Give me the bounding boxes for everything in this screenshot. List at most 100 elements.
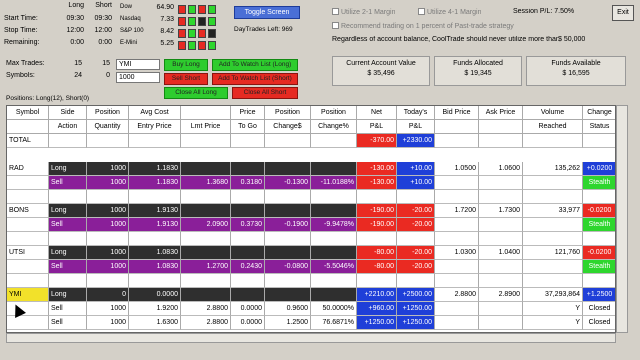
cell-chgp [311,190,357,204]
stop-time-long: 12:00 [66,27,84,34]
table-row[interactable]: RAD Long 1000 1.1830 -130.00 +10.00 1.0500 1.06… [7,162,615,176]
cell-today: -20.00 [397,246,435,260]
cell-chg: 0.9600 [265,302,311,316]
col-long-header: Long [68,2,84,9]
table-row[interactable] [7,190,615,204]
cell-vol: 33,977 [523,204,583,218]
account-value-label: Current Account Value [346,60,416,67]
indicator-square [178,29,186,38]
positions-summary: Positions: Long(12), Short(0) [6,95,90,102]
table-row[interactable] [7,274,615,288]
cell-lmt: 2.8800 [181,302,231,316]
table-row[interactable]: UTSI Long 1000 1.0830 -80.00 -20.00 1.0300 1.04… [7,246,615,260]
index-name: Nasdaq [120,16,141,22]
cell-today: +10.00 [397,176,435,190]
index-value: 64.90 [156,4,174,11]
funds-allocated-box: Funds Allocated $ 19,345 [434,56,522,86]
cell-vol [523,190,583,204]
symbol-input[interactable]: YMI [116,59,160,70]
column-subheader: Change% [311,120,357,134]
cell-ask [479,218,523,232]
vertical-scrollbar[interactable] [616,105,628,333]
column-header: Today's [397,106,435,120]
table-row[interactable]: Sell 1000 1.9200 2.8800 0.0000 0.9600 50.0000%… [7,302,615,316]
table-row[interactable]: Sell 1000 1.9130 2.0900 0.3730 -0.1900 -9.9478… [7,218,615,232]
cell-cost: 1.9130 [129,204,181,218]
cell-side [49,232,87,246]
cell-lmt: 2.0900 [181,218,231,232]
funds-allocated-label: Funds Allocated [453,60,503,67]
cell-lmt [181,190,231,204]
utilize-4x-checkbox[interactable]: Utilize 4-1 Margin [418,8,481,16]
positions-grid: Symbol Side Position Avg Cost Price Position P… [6,105,616,333]
sell-short-button[interactable]: Sell Short [164,73,208,85]
cell-side: Long [49,288,87,302]
cell-cs: Stealth [583,176,615,190]
cell-chg [265,274,311,288]
column-subheader: To Go [231,120,265,134]
cell-togo: 0.0000 [231,302,265,316]
cell-chg [265,162,311,176]
indicator-square [178,41,186,50]
indicator-square [178,5,186,14]
close-all-short-button[interactable]: Close All Short [232,87,298,99]
regardless-value[interactable]: $ 50,000 [558,36,585,43]
remaining-short: 0:00 [98,39,112,46]
utilize-2x-checkbox[interactable]: Utilize 2-1 Margin [332,8,395,16]
cell-bid [435,218,479,232]
column-subheader: Change$ [265,120,311,134]
cell-cs: +1.2500 [583,288,615,302]
cell-cs: Stealth [583,260,615,274]
cell-sym [7,274,49,288]
utilize-2x-label: Utilize 2-1 Margin [341,9,396,16]
add-watch-short-button[interactable]: Add To Watch List (Short) [212,73,298,85]
table-row[interactable]: BONS Long 1000 1.9130 -190.00 -20.00 1.7200 1.7… [7,204,615,218]
cell-togo [231,190,265,204]
cell-chgp [311,204,357,218]
recommend-checkbox[interactable]: Recommend trading on 1 percent of Past-t… [332,22,592,30]
table-row[interactable] [7,232,615,246]
horizontal-scrollbar[interactable] [6,333,616,343]
cell-ask [479,232,523,246]
add-watch-long-button[interactable]: Add To Watch List (Long) [212,59,298,71]
cell-cs: Stealth [583,218,615,232]
table-row[interactable]: Sell 1000 1.0830 1.2700 0.2430 -0.0800 -5.5046… [7,260,615,274]
cell-ask [479,260,523,274]
recommend-label: Recommend trading on 1 percent of Past-t… [341,23,514,30]
cell-sym [7,190,49,204]
close-all-long-button[interactable]: Close All Long [164,87,228,99]
cell-cost: 1.1830 [129,162,181,176]
total-cell: +2330.00 [397,134,435,148]
toggle-screen-button[interactable]: Toggle Screen [234,6,300,19]
cell-sym: BONS [7,204,49,218]
table-row[interactable]: Sell 1000 1.1830 1.3680 0.3180 -0.1300 -11.018… [7,176,615,190]
cell-chgp [311,232,357,246]
cell-ask [479,302,523,316]
buy-long-button[interactable]: Buy Long [164,59,208,71]
cell-cs: Closed [583,316,615,330]
cell-chgp [311,274,357,288]
total-cell [265,134,311,148]
cell-cs: Closed [583,302,615,316]
start-time-label: Start Time: [4,15,38,22]
cell-vol [523,218,583,232]
start-time-long: 09:30 [66,15,84,22]
cell-cs [583,274,615,288]
indicator-square [198,29,206,38]
cell-sym [7,260,49,274]
cell-togo: 0.2430 [231,260,265,274]
cell-ask [479,274,523,288]
col-short-header: Short [95,2,112,9]
quantity-input[interactable]: 1000 [116,72,160,83]
cell-vol [523,274,583,288]
column-header: Ask Price [479,106,523,120]
exit-button[interactable]: Exit [612,5,634,21]
total-cell: -370.00 [357,134,397,148]
table-row[interactable]: YMI Long 0 0.0000 +2210.00 +2500.00 2.8800 2.89… [7,288,615,302]
max-trades-short: 15 [102,60,110,67]
table-row[interactable]: Sell 1000 1.6300 2.8800 0.0000 1.2500 76.6871%… [7,316,615,330]
cell-qty: 1000 [87,260,129,274]
cell-ask: 2.8900 [479,288,523,302]
column-subheader: Quantity [87,120,129,134]
cell-bid: 1.0300 [435,246,479,260]
